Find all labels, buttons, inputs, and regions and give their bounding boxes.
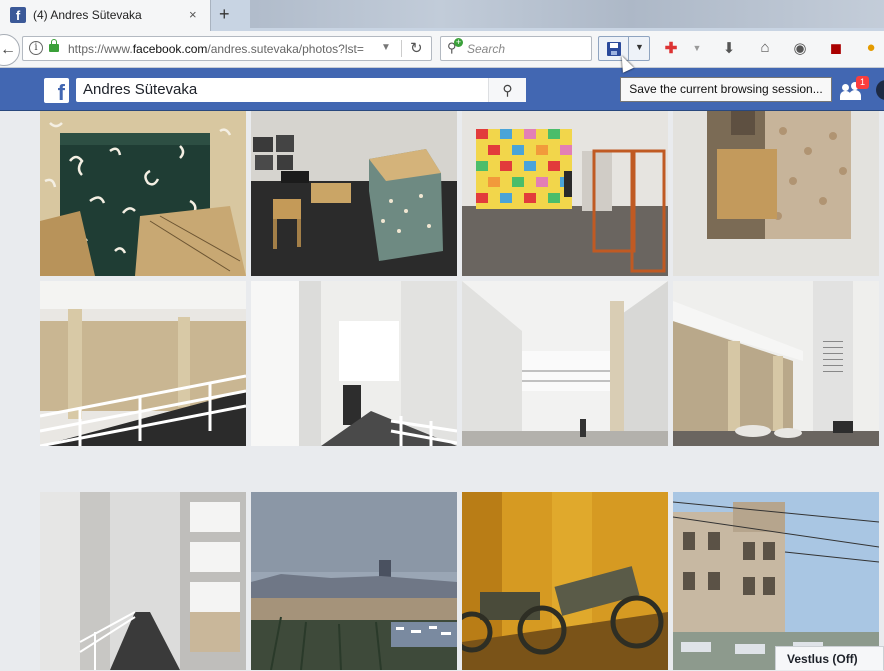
addon-dropdown-icon[interactable]: ▼ [687, 43, 707, 53]
facebook-logo-icon[interactable]: f [44, 78, 69, 103]
home-icon[interactable]: ⌂ [755, 39, 775, 56]
photo-gallery-paper-furniture[interactable] [251, 111, 457, 276]
photo-wall-collage[interactable] [673, 111, 879, 276]
chevron-down-icon[interactable]: ▼ [635, 42, 644, 52]
facebook-favicon-icon: f [10, 7, 26, 23]
chat-status-bar[interactable]: Vestlus (Off) [775, 646, 884, 670]
back-button[interactable]: ← [0, 34, 20, 66]
add-search-engine-icon: + [454, 37, 463, 47]
close-tab-icon[interactable]: × [189, 7, 197, 22]
photo-museum-ramp-2[interactable] [40, 492, 246, 670]
url-domain: facebook.com [132, 42, 208, 56]
photo-old-building-street[interactable] [673, 492, 879, 670]
url-path: /andres.sutevaka/photos?lst= [207, 42, 364, 56]
url-bar[interactable]: i https://www.facebook.com/andres.suteva… [22, 36, 432, 61]
save-session-tooltip: Save the current browsing session... [620, 77, 832, 102]
new-tab-button[interactable]: + [219, 4, 230, 25]
photo-barcelona-harbour[interactable] [251, 492, 457, 670]
reload-icon[interactable]: ↻ [410, 39, 423, 57]
floppy-disk-icon [607, 42, 621, 56]
url-prefix: https://www. [68, 42, 133, 56]
photo-museum-atrium[interactable] [462, 281, 668, 446]
url-divider [401, 40, 402, 57]
tab-title: (4) Andres Sütevaka [33, 8, 142, 22]
pocket-icon[interactable]: ◉ [790, 39, 810, 57]
red-plus-addon-icon[interactable]: ✚ [661, 39, 681, 57]
info-icon[interactable]: i [29, 41, 43, 55]
tab-bar-background [250, 0, 884, 28]
notification-badge: 1 [856, 76, 869, 89]
url-dropdown-icon[interactable]: ▼ [381, 42, 391, 53]
photo-museum-corridor-1[interactable] [251, 281, 457, 446]
browser-tab-active[interactable]: f (4) Andres Sütevaka × [0, 0, 211, 31]
photo-museum-atrium-people[interactable] [673, 281, 879, 446]
photo-cannons-yellow-room[interactable] [462, 492, 668, 670]
ublock-icon[interactable]: ◼ [826, 39, 846, 57]
lock-icon [49, 39, 59, 52]
multicolor-addon-icon[interactable]: ● [861, 39, 881, 56]
search-placeholder: Search [467, 42, 506, 56]
browser-search-box[interactable]: ⚲ + Search [440, 36, 592, 61]
facebook-search-input[interactable]: Andres Sütevaka ⚲ [76, 78, 526, 102]
browser-tab-bar: f (4) Andres Sütevaka × + [0, 0, 884, 31]
photo-colorful-grid-artwork[interactable] [462, 111, 668, 276]
download-icon[interactable]: ⬇ [719, 39, 739, 57]
facebook-search-value: Andres Sütevaka [83, 81, 198, 98]
url-text[interactable]: https://www.facebook.com/andres.sutevaka… [68, 42, 364, 56]
photo-museum-ramp-1[interactable] [40, 281, 246, 446]
search-icon: ⚲ [502, 82, 513, 98]
back-arrow-icon: ← [0, 41, 16, 58]
browser-nav-bar: ← i https://www.facebook.com/andres.sute… [0, 31, 884, 68]
facebook-search-button[interactable]: ⚲ [488, 78, 526, 102]
photo-paper-sculpture-closeup[interactable] [40, 111, 246, 276]
